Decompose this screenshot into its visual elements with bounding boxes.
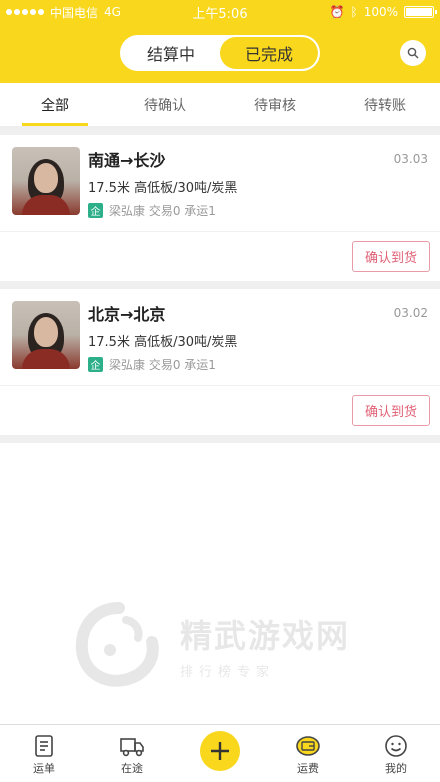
status-bar: 中国电信 4G 上午5:06 ⏰ ᛒ 100% — [0, 0, 440, 24]
battery-icon — [404, 6, 437, 18]
network-label: 4G — [104, 5, 121, 19]
order-spec: 17.5米 高低板/30吨/炭黑 — [88, 181, 238, 196]
divider — [0, 435, 440, 443]
nav-in-transit[interactable]: 在途 — [88, 725, 176, 782]
status-segmented-control: 结算中 已完成 — [120, 35, 320, 71]
carrier-label: 中国电信 — [50, 5, 99, 20]
bottom-nav: 运单 在途 运费 我的 — [0, 724, 440, 782]
truck-icon — [120, 738, 144, 757]
nav-freight[interactable]: 运费 — [264, 725, 352, 782]
search-button[interactable] — [400, 40, 426, 66]
nav-add[interactable] — [176, 725, 264, 782]
confirm-arrival-button[interactable]: 确认到货 — [351, 395, 430, 426]
order-spec: 17.5米 高低板/30吨/炭黑 — [88, 335, 238, 350]
search-icon — [407, 47, 419, 59]
tab-pending-transfer[interactable]: 待转账 — [330, 83, 440, 126]
order-filter-tabs: 全部 待确认 待审核 待转账 — [0, 83, 440, 127]
watermark-subtitle: 排行榜专家 — [180, 664, 276, 680]
bluetooth-icon: ᛒ — [350, 5, 358, 19]
divider — [0, 281, 440, 289]
avatar — [12, 147, 80, 215]
confirm-arrival-button[interactable]: 确认到货 — [351, 241, 430, 272]
nav-label: 在途 — [121, 762, 143, 775]
avatar — [12, 301, 80, 369]
owner-info: 梁弘康 交易0 承运1 — [109, 204, 216, 218]
nav-label: 运费 — [297, 762, 319, 775]
order-route: 北京→北京 — [88, 305, 166, 324]
wallet-icon — [296, 736, 320, 756]
tab-all[interactable]: 全部 — [0, 83, 110, 126]
battery-percent: 100% — [363, 5, 398, 19]
plus-icon — [211, 742, 229, 760]
company-badge-icon: 企 — [88, 203, 103, 218]
order-date: 03.02 — [393, 306, 428, 320]
owner-info: 梁弘康 交易0 承运1 — [109, 358, 216, 372]
watermark-logo-icon — [75, 602, 159, 687]
add-button[interactable] — [200, 731, 240, 771]
nav-waybill[interactable]: 运单 — [0, 725, 88, 782]
nav-mine[interactable]: 我的 — [352, 725, 440, 782]
smiley-icon — [385, 735, 407, 757]
tab-pending-review[interactable]: 待审核 — [220, 83, 330, 126]
segment-settling[interactable]: 结算中 — [122, 37, 220, 69]
order-card[interactable]: 南通→长沙 03.03 17.5米 高低板/30吨/炭黑 企 梁弘康 交易0 承… — [0, 135, 440, 281]
document-icon — [35, 735, 53, 757]
signal-icon — [6, 9, 44, 15]
segment-completed[interactable]: 已完成 — [220, 37, 318, 69]
divider — [0, 127, 440, 135]
alarm-icon: ⏰ — [329, 5, 345, 19]
order-date: 03.03 — [393, 152, 428, 166]
nav-label: 我的 — [385, 762, 407, 775]
app-header: 中国电信 4G 上午5:06 ⏰ ᛒ 100% 结算中 已完成 — [0, 0, 440, 83]
tab-pending-confirm[interactable]: 待确认 — [110, 83, 220, 126]
watermark: 精武游戏网 排行榜专家 — [74, 600, 414, 690]
company-badge-icon: 企 — [88, 357, 103, 372]
order-card[interactable]: 北京→北京 03.02 17.5米 高低板/30吨/炭黑 企 梁弘康 交易0 承… — [0, 289, 440, 435]
watermark-title: 精武游戏网 — [180, 616, 351, 655]
order-route: 南通→长沙 — [88, 151, 166, 170]
nav-label: 运单 — [33, 762, 55, 775]
